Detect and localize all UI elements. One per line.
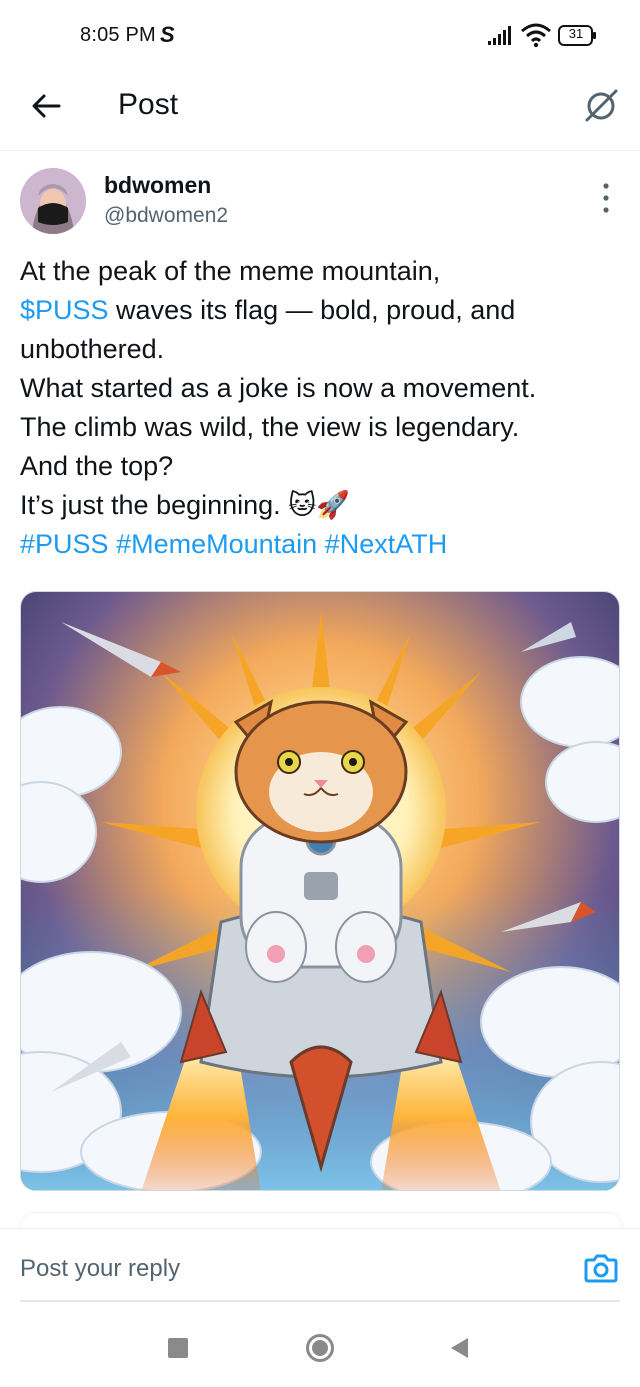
signal-icon bbox=[488, 26, 511, 45]
home-circle-icon[interactable] bbox=[305, 1333, 335, 1363]
battery-icon: 31 bbox=[558, 25, 598, 47]
post-text-fragment: waves its flag — bold, proud, and bbox=[108, 295, 516, 325]
post-text-line: And the top? bbox=[20, 451, 174, 481]
back-arrow-icon[interactable] bbox=[28, 88, 64, 124]
author-name[interactable]: bdwomen bbox=[104, 172, 211, 199]
recents-square-icon[interactable] bbox=[168, 1338, 188, 1358]
hashtags-line: #PUSS #MemeMountain #NextATH bbox=[20, 525, 620, 564]
battery-level: 31 bbox=[568, 26, 584, 41]
post-image[interactable] bbox=[20, 591, 620, 1191]
app-header bbox=[0, 72, 640, 151]
post-text-line: What started as a joke is now a movement… bbox=[20, 373, 537, 403]
avatar[interactable] bbox=[20, 168, 86, 234]
page-title: Post bbox=[118, 88, 179, 121]
post-text: At the peak of the meme mountain, $PUSS … bbox=[20, 252, 620, 564]
cat-astronaut-rocket-image bbox=[21, 592, 619, 1190]
status-time: 8:05 PM bbox=[80, 24, 156, 46]
carrier-glyph: S bbox=[160, 22, 175, 47]
wifi-icon bbox=[521, 23, 551, 48]
hashtag-link[interactable]: #MemeMountain bbox=[116, 529, 317, 559]
back-triangle-icon[interactable] bbox=[448, 1336, 472, 1360]
reply-input[interactable]: Post your reply bbox=[20, 1255, 180, 1283]
hashtag-link[interactable]: #PUSS bbox=[20, 529, 109, 559]
post-text-line: It’s just the beginning. 🐱🚀 bbox=[20, 490, 350, 520]
cashtag-link[interactable]: $PUSS bbox=[20, 295, 109, 325]
post-text-line: unbothered. bbox=[20, 334, 165, 364]
reply-divider bbox=[20, 1300, 620, 1302]
camera-icon[interactable] bbox=[584, 1252, 618, 1284]
more-options-icon[interactable] bbox=[598, 180, 614, 216]
hashtag-link[interactable]: #NextATH bbox=[325, 529, 448, 559]
post-text-line: $PUSS waves its flag — bold, proud, and bbox=[20, 291, 620, 330]
post-text-line: The climb was wild, the view is legendar… bbox=[20, 412, 520, 442]
grok-icon[interactable] bbox=[582, 86, 620, 124]
author-handle[interactable]: @bdwomen2 bbox=[104, 204, 228, 228]
post-text-line: At the peak of the meme mountain, bbox=[20, 256, 441, 286]
